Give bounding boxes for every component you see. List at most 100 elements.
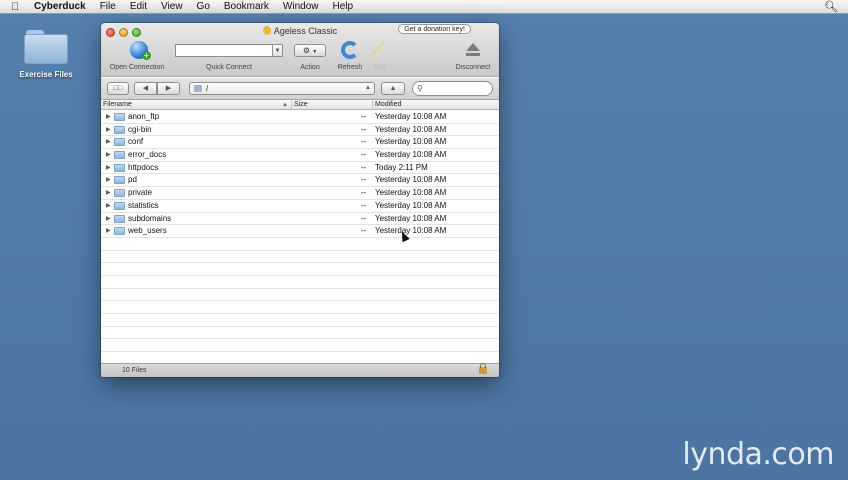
table-row[interactable]: ▶ private -- Yesterday 10:08 AM (101, 187, 499, 200)
file-modified: Yesterday 10:08 AM (375, 124, 447, 134)
file-name: conf (128, 137, 144, 147)
menu-go[interactable]: Go (190, 0, 217, 14)
disclosure-triangle-icon[interactable]: ▶ (106, 149, 111, 161)
empty-row (101, 238, 499, 251)
empty-row (101, 314, 499, 327)
file-list: ▶ anon_ftp -- Yesterday 10:08 AM ▶ cgi-b… (101, 111, 499, 363)
eject-icon (466, 43, 480, 51)
search-icon: ⚲ (417, 84, 423, 93)
table-row[interactable]: ▶ pd -- Yesterday 10:08 AM (101, 174, 499, 188)
pencil-icon (370, 40, 387, 60)
empty-row (101, 263, 499, 276)
disclosure-triangle-icon[interactable]: ▶ (106, 124, 111, 136)
file-name: cgi-bin (128, 124, 152, 134)
forward-button[interactable]: ▶ (157, 82, 180, 95)
folder-icon (24, 28, 68, 64)
menu-edit[interactable]: Edit (123, 0, 154, 14)
spotlight-search-icon[interactable]: 🔍︎ (824, 0, 838, 14)
folder-icon (114, 125, 125, 134)
menu-bar:  Cyberduck File Edit View Go Bookmark W… (0, 0, 848, 14)
folder-icon (114, 214, 125, 223)
file-name: pd (128, 175, 137, 185)
file-modified: Yesterday 10:08 AM (375, 137, 447, 147)
action-button[interactable]: ⚙ ▼ (294, 44, 326, 57)
file-size: -- (361, 175, 367, 185)
table-row[interactable]: ▶ httpdocs -- Today 2:11 PM (101, 162, 499, 175)
window-titlebar[interactable]: Ageless Classic Get a donation key! + Op… (101, 23, 499, 77)
action-label: Action (300, 64, 320, 71)
menu-help[interactable]: Help (325, 0, 360, 14)
up-arrow-icon: ▲ (389, 85, 397, 92)
search-input[interactable]: ⚲ (412, 81, 493, 96)
folder-icon (114, 189, 125, 198)
file-size: -- (361, 112, 367, 121)
file-name: statistics (128, 200, 159, 210)
menu-file[interactable]: File (93, 0, 123, 14)
file-name: private (128, 188, 153, 198)
folder-icon (114, 227, 125, 236)
edit-label: Edit (372, 64, 386, 71)
menu-window[interactable]: Window (276, 0, 326, 14)
table-row[interactable]: ▶ anon_ftp -- Yesterday 10:08 AM (101, 111, 499, 124)
quick-connect-input[interactable] (175, 44, 273, 57)
disclosure-triangle-icon[interactable]: ▶ (106, 111, 111, 123)
status-file-count: 10 Files (122, 367, 147, 374)
donation-key-button[interactable]: Get a donation key! (398, 24, 471, 34)
menu-bookmark[interactable]: Bookmark (217, 0, 276, 14)
sort-ascending-icon: ▲ (282, 102, 288, 108)
file-name: anon_ftp (128, 112, 160, 121)
column-modified[interactable]: Modified (373, 100, 499, 110)
empty-row (101, 289, 499, 302)
disclosure-triangle-icon[interactable]: ▶ (106, 136, 111, 148)
parent-directory-button[interactable]: ▲ (381, 82, 405, 95)
book-icon: □□ (113, 85, 123, 92)
menu-app-name[interactable]: Cyberduck (30, 0, 93, 14)
toggle-bookmarks-button[interactable]: □□ (107, 82, 129, 95)
folder-icon (114, 151, 125, 160)
file-size: -- (361, 213, 367, 223)
empty-row (101, 301, 499, 314)
desktop-folder-exercise-files[interactable]: Exercise Files (14, 28, 78, 79)
disclosure-triangle-icon[interactable]: ▶ (106, 225, 111, 237)
disclosure-triangle-icon[interactable]: ▶ (106, 200, 111, 212)
file-modified: Today 2:11 PM (375, 162, 428, 172)
folder-icon (114, 201, 125, 210)
table-row[interactable]: ▶ error_docs -- Yesterday 10:08 AM (101, 149, 499, 162)
window-title-text: Ageless Classic (273, 26, 338, 36)
quick-connect-label: Quick Connect (206, 64, 252, 71)
disclosure-triangle-icon[interactable]: ▶ (106, 162, 111, 174)
quick-connect-dropdown-icon[interactable]: ▼ (272, 44, 283, 57)
disclosure-triangle-icon[interactable]: ▶ (106, 174, 111, 186)
disclosure-triangle-icon[interactable]: ▶ (106, 213, 111, 225)
column-size[interactable]: Size (292, 100, 373, 110)
table-row[interactable]: ▶ subdomains -- Yesterday 10:08 AM (101, 213, 499, 226)
refresh-label: Refresh (337, 64, 363, 71)
empty-row (101, 251, 499, 264)
drive-icon (194, 85, 202, 92)
table-row[interactable]: ▶ statistics -- Yesterday 10:08 AM (101, 200, 499, 213)
plus-badge-icon: + (142, 51, 151, 60)
folder-icon (114, 113, 125, 121)
desktop-folder-label: Exercise Files (19, 70, 73, 79)
table-row[interactable]: ▶ cgi-bin -- Yesterday 10:08 AM (101, 124, 499, 137)
column-filename[interactable]: Filename ▲ (101, 100, 292, 110)
disconnect-label: Disconnect (455, 64, 491, 71)
table-row[interactable]: ▶ conf -- Yesterday 10:08 AM (101, 136, 499, 150)
empty-row (101, 327, 499, 340)
lock-icon[interactable] (479, 363, 487, 374)
apple-menu-icon[interactable]:  (0, 1, 30, 13)
file-list-header: Filename ▲ Size Modified (101, 100, 499, 110)
folder-icon (114, 176, 125, 185)
back-button[interactable]: ◀ (134, 82, 157, 95)
chevron-down-icon: ▼ (312, 49, 318, 55)
file-name: subdomains (128, 213, 172, 223)
disclosure-triangle-icon[interactable]: ▶ (106, 187, 111, 199)
path-select[interactable]: / ▲ (189, 82, 375, 95)
file-size: -- (361, 200, 367, 210)
column-filename-label: Filename (103, 101, 132, 108)
empty-row (101, 339, 499, 353)
menu-view[interactable]: View (154, 0, 190, 14)
file-modified: Yesterday 10:08 AM (375, 150, 447, 160)
table-row[interactable]: ▶ web_users -- Yesterday 10:08 AM (101, 225, 499, 238)
file-size: -- (361, 226, 367, 236)
